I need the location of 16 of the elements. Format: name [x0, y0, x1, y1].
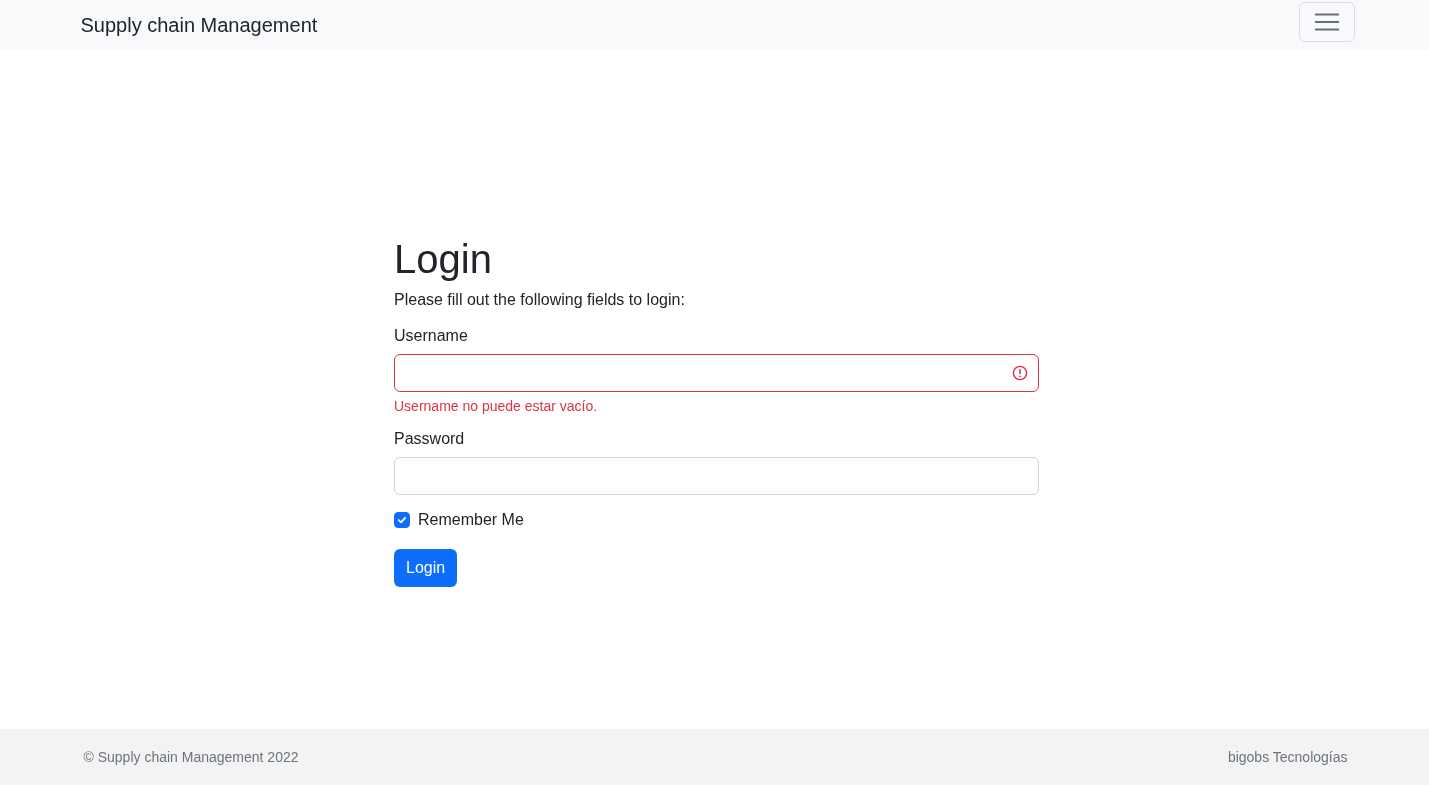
error-icon — [1012, 365, 1028, 381]
page-title: Login — [394, 236, 493, 283]
login-button[interactable]: Login — [394, 549, 458, 587]
menu-button[interactable] — [1298, 1, 1355, 42]
checkbox[interactable] — [394, 512, 410, 528]
brand-link[interactable]: Supply chain Management — [80, 13, 318, 37]
input-field[interactable] — [394, 354, 1039, 392]
field-label: Password — [394, 430, 466, 448]
check-icon — [397, 515, 407, 525]
error-message: Username no puede estar vacío. — [394, 398, 599, 414]
intro-text: Please fill out the following fields to login: — [394, 291, 686, 309]
copyright-text: © Supply chain Management 2022 — [83, 749, 299, 765]
company-text: bigobs Tecnologías — [1227, 749, 1348, 765]
checkbox-label: Remember Me — [418, 511, 524, 529]
menu-icon — [1314, 12, 1339, 31]
field-label: Username — [394, 327, 469, 345]
